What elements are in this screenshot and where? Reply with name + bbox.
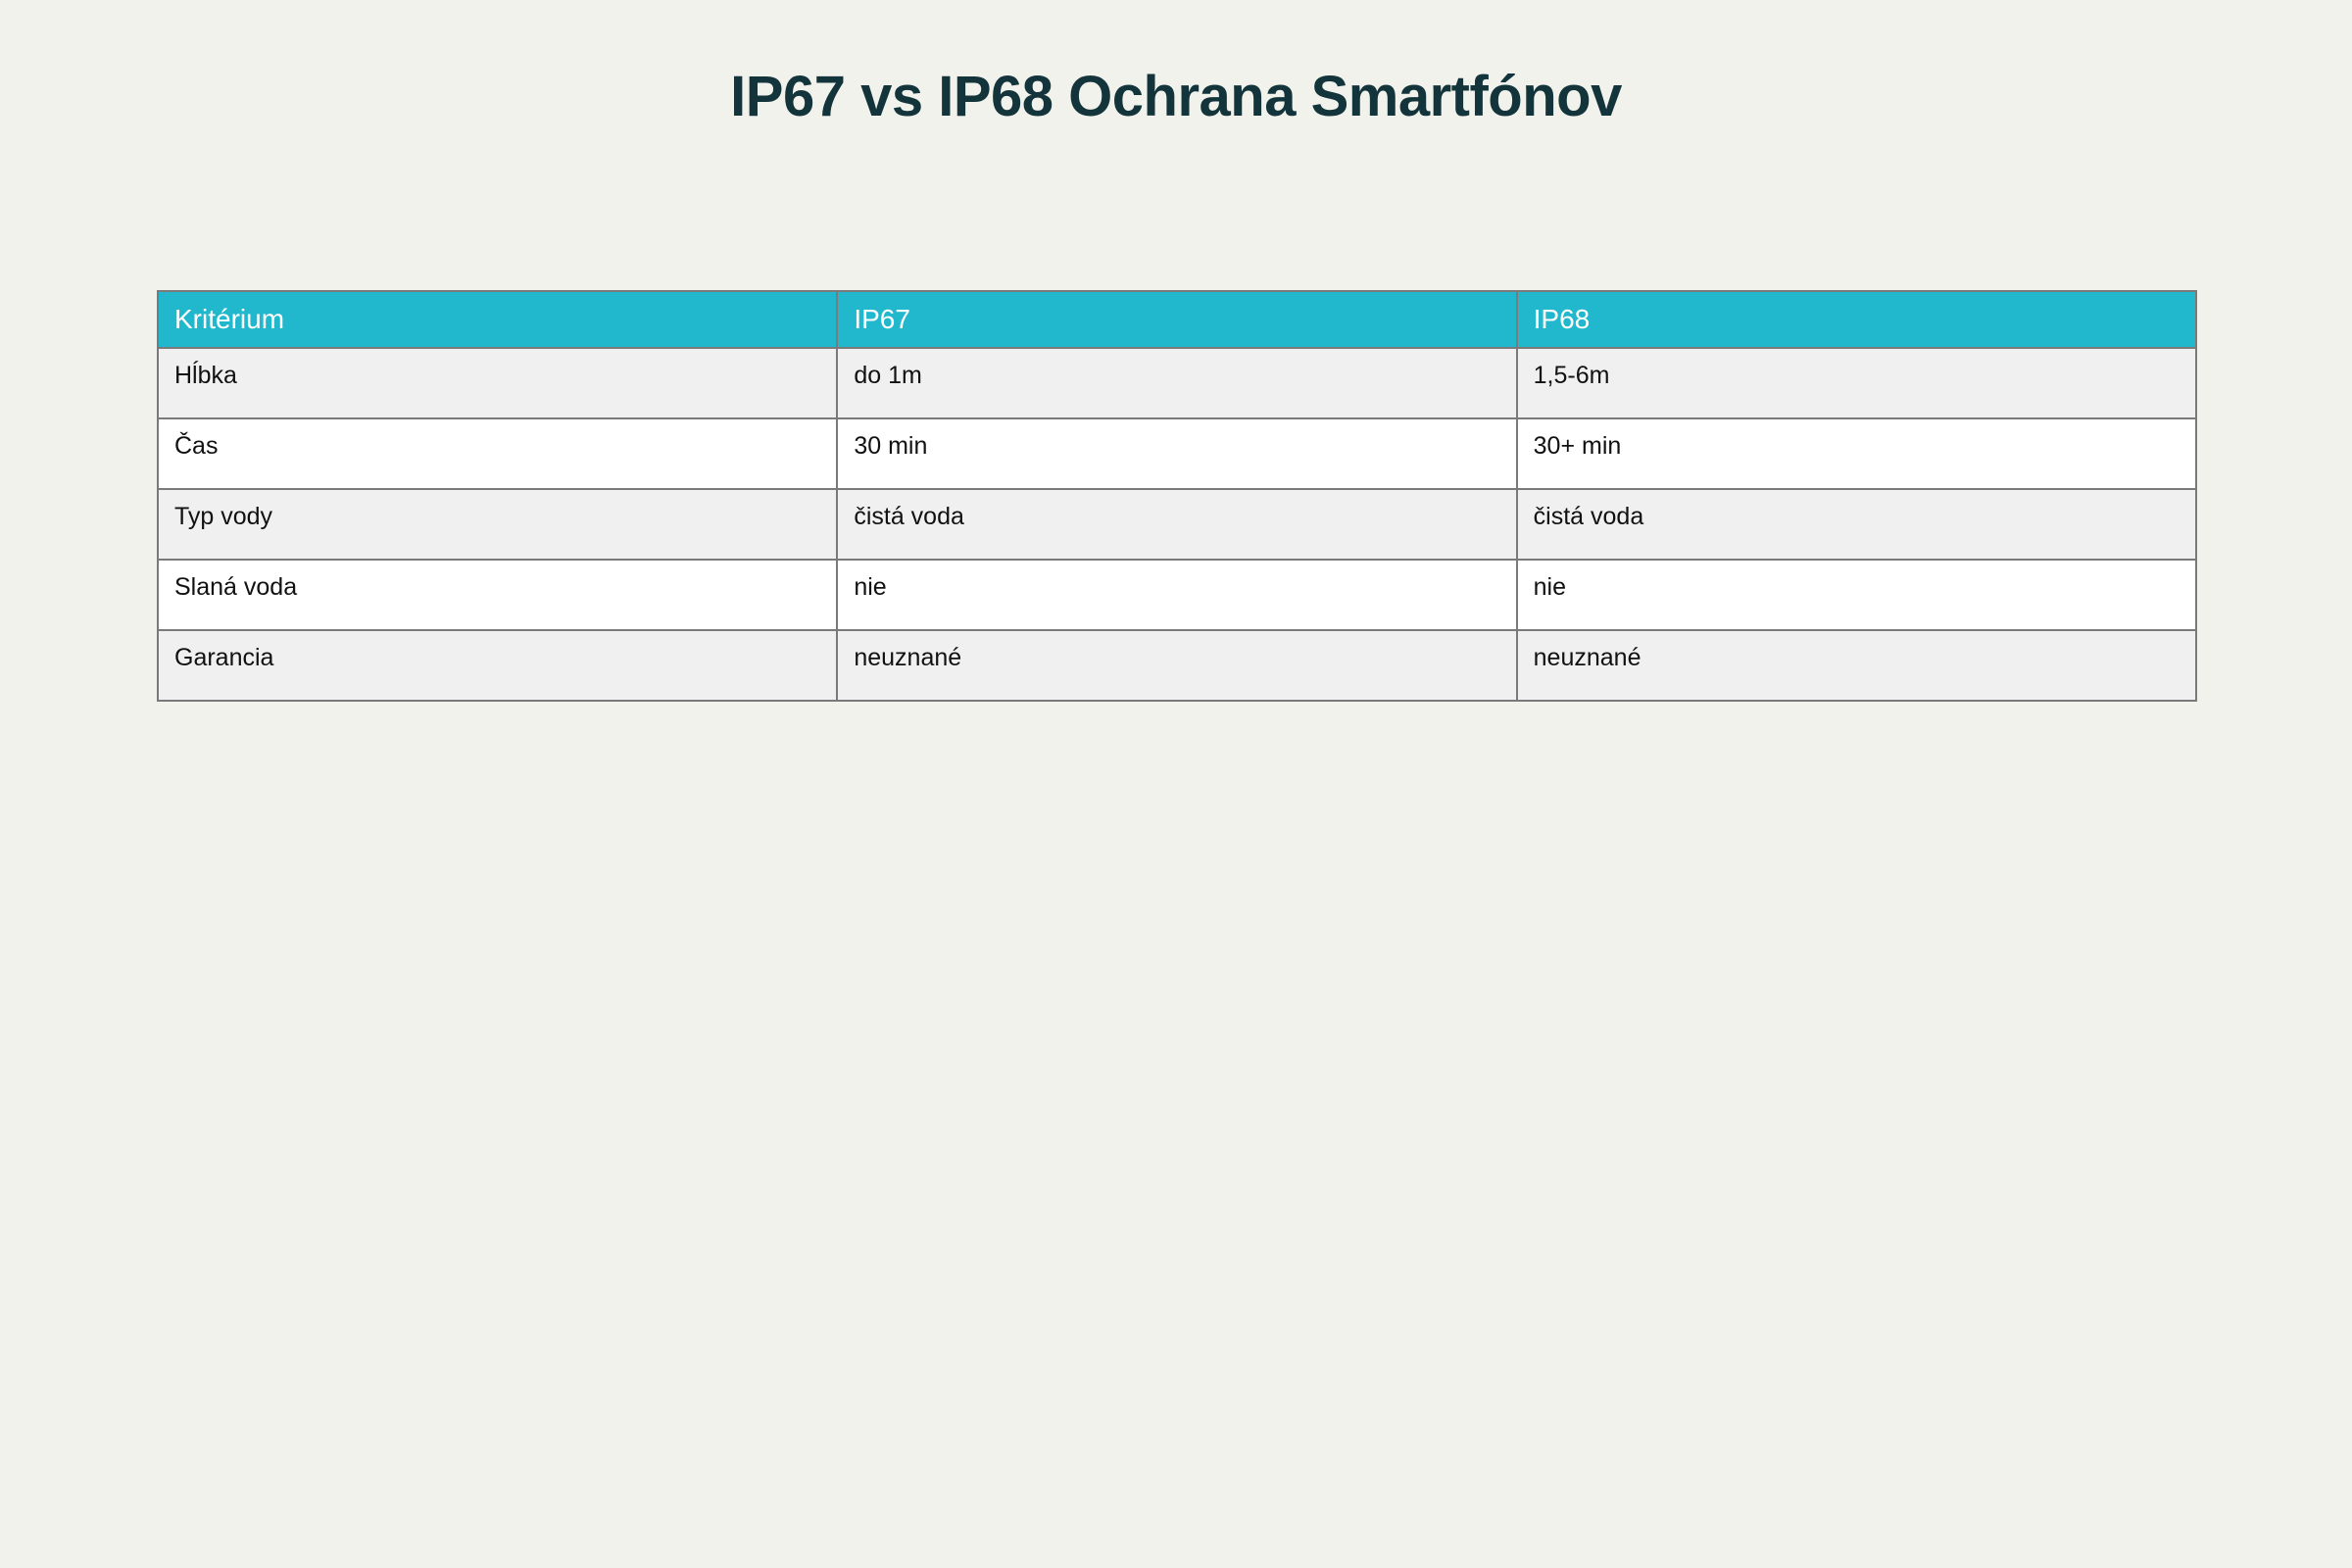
row-label-cell: Slaná voda xyxy=(156,559,839,631)
comparison-table: Kritérium IP67 IP68 Hĺbka do 1m 1,5-6m Č… xyxy=(156,290,2198,702)
table-row: Čas 30 min 30+ min xyxy=(156,417,2198,490)
table-row: Hĺbka do 1m 1,5-6m xyxy=(156,347,2198,419)
ip67-value-cell: 30 min xyxy=(836,417,1518,490)
ip67-value-cell: nie xyxy=(836,559,1518,631)
ip67-value-cell: do 1m xyxy=(836,347,1518,419)
ip67-value-cell: neuznané xyxy=(836,629,1518,702)
header-cell-criterion: Kritérium xyxy=(156,290,839,349)
row-label-cell: Hĺbka xyxy=(156,347,839,419)
row-label-cell: Čas xyxy=(156,417,839,490)
header-cell-ip68: IP68 xyxy=(1515,290,2198,349)
table-row: Garancia neuznané neuznané xyxy=(156,629,2198,702)
page-title: IP67 vs IP68 Ochrana Smartfónov xyxy=(730,65,1622,128)
table-header-row: Kritérium IP67 IP68 xyxy=(156,290,2198,349)
ip67-value-cell: čistá voda xyxy=(836,488,1518,561)
ip68-value-cell: čistá voda xyxy=(1515,488,2198,561)
header-cell-ip67: IP67 xyxy=(836,290,1518,349)
table-row: Typ vody čistá voda čistá voda xyxy=(156,488,2198,561)
comparison-table-container: Kritérium IP67 IP68 Hĺbka do 1m 1,5-6m Č… xyxy=(156,290,2198,702)
ip68-value-cell: nie xyxy=(1515,559,2198,631)
row-label-cell: Typ vody xyxy=(156,488,839,561)
row-label-cell: Garancia xyxy=(156,629,839,702)
table-row: Slaná voda nie nie xyxy=(156,559,2198,631)
ip68-value-cell: 30+ min xyxy=(1515,417,2198,490)
ip68-value-cell: 1,5-6m xyxy=(1515,347,2198,419)
ip68-value-cell: neuznané xyxy=(1515,629,2198,702)
